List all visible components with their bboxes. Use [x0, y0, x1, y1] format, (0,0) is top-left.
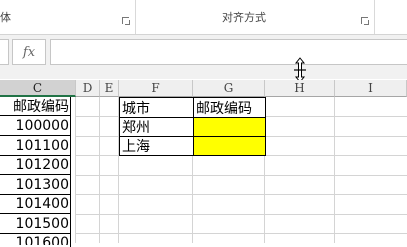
cell-text: 城市	[122, 100, 150, 117]
cell-text: 100000	[15, 118, 69, 134]
cell-text: 101400	[15, 196, 69, 212]
column-header-d[interactable]: D	[76, 80, 100, 97]
grid-line	[264, 155, 265, 243]
cell-text: 上海	[122, 139, 150, 155]
grid-line	[76, 233, 407, 234]
column-header-i[interactable]: I	[335, 80, 407, 97]
grid-line	[99, 97, 100, 243]
column-header-c[interactable]: C	[0, 80, 76, 97]
cell-f-city[interactable]: 郑州	[119, 117, 194, 137]
ribbon-separator	[374, 0, 375, 34]
insert-function-button[interactable]: fx	[12, 39, 46, 65]
name-box[interactable]	[0, 39, 9, 65]
column-header-h[interactable]: H	[265, 80, 335, 97]
cell-text: 101100	[15, 138, 69, 154]
grid-line	[76, 214, 407, 215]
cell-text: 101500	[15, 216, 69, 232]
grid-line	[76, 136, 118, 137]
cell-g-header[interactable]: 邮政编码	[193, 97, 266, 118]
column-header-g[interactable]: G	[193, 80, 265, 97]
cell-text: 101200	[15, 157, 69, 173]
font-dialog-launcher-icon[interactable]	[122, 17, 130, 25]
cell-f-header[interactable]: 城市	[119, 97, 194, 118]
alignment-dialog-launcher-icon[interactable]	[361, 17, 369, 25]
grid-line	[334, 97, 335, 243]
column-header-label: G	[223, 81, 234, 95]
cell-c[interactable]: 101300	[0, 176, 71, 195]
ribbon: 体 对齐方式	[0, 0, 407, 35]
cell-c[interactable]: 101600	[0, 235, 71, 245]
cell-f-city[interactable]: 上海	[119, 136, 194, 156]
column-header-label: F	[151, 81, 160, 95]
column-header-label: E	[104, 81, 114, 95]
formula-bar: fx	[0, 35, 407, 79]
column-header-label: H	[294, 81, 305, 95]
cell-c[interactable]: 101200	[0, 156, 71, 175]
cell-c[interactable]: 101500	[0, 215, 71, 234]
grid-line	[76, 116, 118, 117]
grid-line	[265, 116, 407, 117]
cell-c-header[interactable]: 邮政编码	[0, 97, 71, 116]
cell-c[interactable]: 100000	[0, 117, 71, 136]
formula-input[interactable]	[50, 39, 407, 65]
alignment-group-label: 对齐方式	[222, 11, 266, 24]
grid-line	[76, 194, 407, 195]
column-header-f[interactable]: F	[119, 80, 193, 97]
cell-c[interactable]: 101400	[0, 195, 71, 214]
grid-line	[76, 175, 407, 176]
grid-line	[265, 136, 407, 137]
grid-line	[75, 97, 76, 243]
cell-text: 101300	[15, 177, 69, 193]
cell-text: 郑州	[122, 120, 150, 136]
cell-g-postcode[interactable]	[193, 117, 266, 137]
cell-text: 101600	[15, 235, 69, 245]
ribbon-separator	[135, 0, 136, 34]
font-group-label: 体	[0, 11, 11, 24]
fx-icon: fx	[22, 44, 36, 60]
column-header-e[interactable]: E	[100, 80, 119, 97]
column-header-label: D	[82, 81, 93, 95]
cell-text: 邮政编码	[196, 100, 252, 117]
column-header-label: C	[32, 80, 43, 95]
column-header-label: I	[368, 81, 373, 95]
cell-c[interactable]: 101100	[0, 137, 71, 156]
grid-line	[192, 155, 193, 243]
cell-text: 邮政编码	[13, 99, 69, 115]
cell-g-postcode[interactable]	[193, 136, 266, 156]
